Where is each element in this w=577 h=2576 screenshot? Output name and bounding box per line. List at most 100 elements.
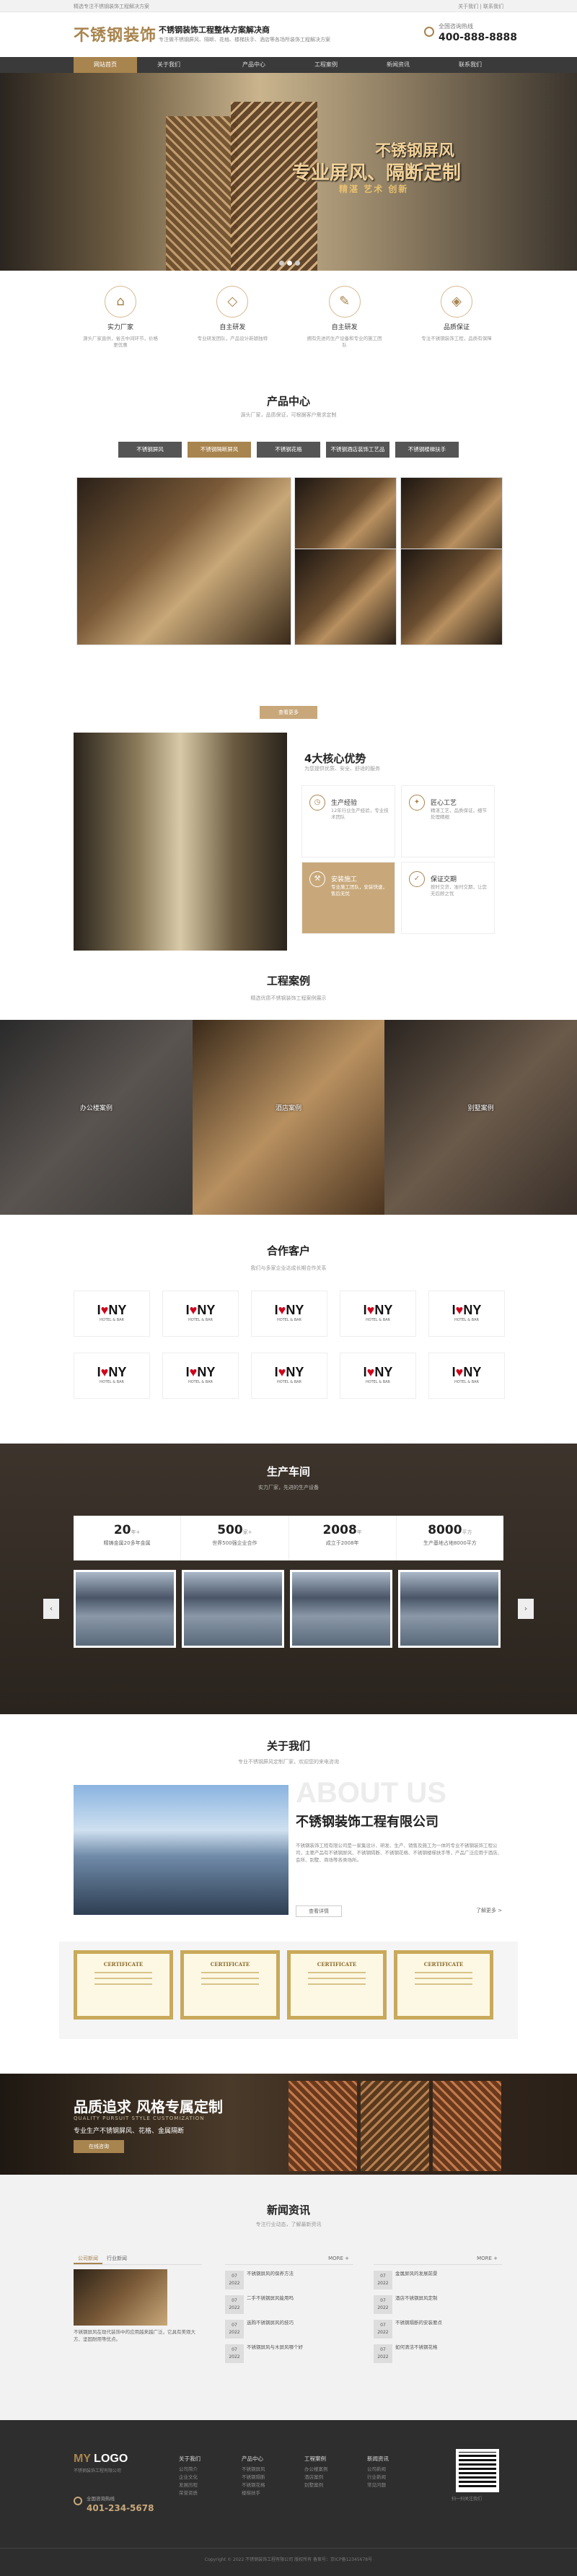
news-column: MORE + 07 2022不锈钢屏风的保养方法 07 2022二手不锈钢屏风能用吗… [225, 2253, 353, 2363]
footer-col-title: 新闻资讯 [367, 2455, 389, 2462]
next-arrow-icon[interactable]: › [518, 1599, 534, 1619]
news-item[interactable]: 07 2022选购不锈钢屏风的技巧 [225, 2320, 353, 2339]
banner-dot[interactable] [295, 261, 300, 266]
partner-logo[interactable]: I♥NY HOTEL & BAR [74, 1353, 150, 1399]
qr-code [456, 2449, 499, 2492]
consult-button[interactable]: 在线咨询 [74, 2140, 124, 2153]
case-item[interactable]: 别墅案例 [384, 1020, 577, 1215]
news-item[interactable]: 07 2022酒店不锈钢屏风定制 [374, 2295, 502, 2314]
footer-link[interactable]: 不锈钢屏风 [242, 2466, 265, 2474]
main-nav: 网站首页 关于我们 产品中心 工程案例 新闻资讯 联系我们 [0, 57, 577, 73]
banner-dot[interactable] [287, 261, 292, 266]
feature-item: ✎ 自主研发 拥有先进的生产设备和专业的施工团队 [298, 273, 392, 359]
top-bar-links[interactable]: 关于我们 | 联系我们 [458, 3, 503, 10]
nav-cases[interactable]: 工程案例 [294, 57, 358, 73]
partner-logo[interactable]: I♥NY HOTEL & BAR [428, 1291, 505, 1337]
partner-logo-mark: I♥NY [363, 1303, 393, 1317]
tab-product-2[interactable]: 不锈钢花格 [257, 442, 320, 458]
news-item[interactable]: 07 2022不锈钢隔断的安装要点 [374, 2320, 502, 2339]
banner-dot[interactable] [279, 261, 284, 266]
news-more-link[interactable]: MORE + [324, 2253, 353, 2264]
certificate[interactable]: CERTIFICATE [394, 1950, 493, 2020]
delivery-icon: ✓ [409, 871, 425, 887]
footer-link[interactable]: 行业新闻 [367, 2474, 389, 2481]
tab-product-3[interactable]: 不锈钢酒店装饰工艺品 [326, 442, 389, 458]
news-item[interactable]: 07 2022二手不锈钢屏风能用吗 [225, 2295, 353, 2314]
nav-home[interactable]: 网站首页 [74, 57, 137, 73]
footer-link[interactable]: 公司简介 [179, 2466, 201, 2474]
advantage-item[interactable]: ✦ 匠心工艺 精湛工艺，品质保证，细节处理精细 [401, 785, 495, 857]
certificate[interactable]: CERTIFICATE [180, 1950, 280, 2020]
footer-link[interactable]: 酒店案例 [304, 2474, 328, 2481]
news-item[interactable]: 07 2022不锈钢屏风的保养方法 [225, 2271, 353, 2289]
workshop-image[interactable] [182, 1570, 284, 1648]
footer-link[interactable]: 不锈钢隔断 [242, 2474, 265, 2481]
product-main-image[interactable] [76, 477, 291, 645]
news-summary[interactable]: 不锈钢屏风在现代装饰中的应用越来越广泛，它具有美观大方、坚固耐用等优点。 [74, 2328, 202, 2343]
partner-logo[interactable]: I♥NY HOTEL & BAR [428, 1353, 505, 1399]
partner-logo[interactable]: I♥NY HOTEL & BAR [74, 1291, 150, 1337]
footer-link[interactable]: 发展历程 [179, 2481, 201, 2489]
footer-link[interactable]: 楼梯扶手 [242, 2489, 265, 2497]
news-more-link[interactable]: MORE + [472, 2253, 502, 2264]
footer-link[interactable]: 企业文化 [179, 2474, 201, 2481]
nav-news[interactable]: 新闻资讯 [366, 57, 430, 73]
news-image[interactable] [74, 2269, 167, 2326]
news-item[interactable]: 07 2022如何清洁不锈钢花格 [374, 2344, 502, 2363]
advantage-item[interactable]: ◷ 生产经验 12年行业生产经验，专业技术团队 [301, 785, 395, 857]
workshop-image[interactable] [398, 1570, 501, 1648]
footer-link[interactable]: 荣誉资质 [179, 2489, 201, 2497]
footer-logo[interactable]: MY LOGO [74, 2453, 128, 2466]
site-logo[interactable]: 不锈钢装饰 [74, 22, 157, 45]
nav-contact[interactable]: 联系我们 [439, 57, 502, 73]
tab-product-4[interactable]: 不锈钢楼梯扶手 [395, 442, 459, 458]
design-icon: ✎ [328, 286, 361, 318]
workshop-image[interactable] [290, 1570, 392, 1648]
feature-item: ◇ 自主研发 专业研发团队，产品设计新颖独特 [185, 273, 279, 359]
stat-unit: 平方 [462, 1529, 472, 1535]
footer-link[interactable]: 常见问题 [367, 2481, 389, 2489]
advantage-item[interactable]: ⚒ 安装施工 专业施工团队，安装快速，售后无忧 [301, 862, 395, 934]
products-more-button[interactable]: 查看更多 [260, 706, 317, 719]
workshop-image[interactable] [74, 1570, 176, 1648]
about-detail-button[interactable]: 查看详情 [296, 1905, 342, 1917]
tab-industry-news[interactable]: 行业新闻 [102, 2253, 131, 2264]
partner-logo[interactable]: I♥NY HOTEL & BAR [340, 1353, 416, 1399]
case-label: 别墅案例 [467, 1105, 494, 1112]
news-item[interactable]: 07 2022不锈钢屏风与木屏风哪个好 [225, 2344, 353, 2363]
banner-headline: 专业屏风、隔断定制 [292, 162, 462, 184]
factory-icon: ⌂ [105, 286, 136, 318]
news-item[interactable]: 07 2022金属屏风的发展前景 [374, 2271, 502, 2289]
nav-about[interactable]: 关于我们 [137, 57, 201, 73]
nav-products[interactable]: 产品中心 [222, 57, 286, 73]
news-column: MORE + 07 2022金属屏风的发展前景 07 2022酒店不锈钢屏风定制 0… [374, 2253, 502, 2363]
partner-logo[interactable]: I♥NY HOTEL & BAR [340, 1291, 416, 1337]
header-slogan: 不锈钢装饰工程整体方案解决商 [159, 25, 270, 35]
case-item[interactable]: 办公楼案例 [0, 1020, 193, 1215]
certificate[interactable]: CERTIFICATE [74, 1950, 173, 2020]
tab-company-news[interactable]: 公司新闻 [74, 2253, 102, 2264]
advantage-item[interactable]: ✓ 保证交期 按时交货，准时交期，让您无后顾之忧 [401, 862, 495, 934]
news-item-title: 选购不锈钢屏风的技巧 [247, 2320, 294, 2326]
product-image[interactable] [294, 549, 397, 645]
case-gallery: 办公楼案例 酒店案例 别墅案例 [0, 1020, 577, 1215]
footer-link[interactable]: 办公楼案例 [304, 2466, 328, 2474]
prev-arrow-icon[interactable]: ‹ [43, 1599, 59, 1619]
partner-logo[interactable]: I♥NY HOTEL & BAR [162, 1291, 239, 1337]
tab-product-1[interactable]: 不锈钢隔断屏风 [188, 442, 251, 458]
footer-col: 新闻资讯公司新闻 行业新闻 常见问题 [367, 2455, 389, 2489]
product-image[interactable] [400, 549, 503, 645]
footer-link[interactable]: 不锈钢花格 [242, 2481, 265, 2489]
partner-logo[interactable]: I♥NY HOTEL & BAR [251, 1353, 327, 1399]
workshop-title: 生产车间 [266, 1465, 310, 1478]
case-item[interactable]: 酒店案例 [192, 1020, 385, 1215]
hero-banner[interactable]: 不锈钢屏风 专业屏风、隔断定制 精湛 艺术 创新 [0, 73, 577, 271]
footer-link[interactable]: 别墅案例 [304, 2481, 328, 2489]
partner-logo[interactable]: I♥NY HOTEL & BAR [162, 1353, 239, 1399]
footer-link[interactable]: 公司新闻 [367, 2466, 389, 2474]
partner-logo[interactable]: I♥NY HOTEL & BAR [251, 1291, 327, 1337]
certificate[interactable]: CERTIFICATE [287, 1950, 387, 2020]
about-more-link[interactable]: 了解更多 > [476, 1907, 502, 1914]
tab-product-0[interactable]: 不锈钢屏风 [118, 442, 182, 458]
stat-unit: 年+ [131, 1529, 141, 1535]
